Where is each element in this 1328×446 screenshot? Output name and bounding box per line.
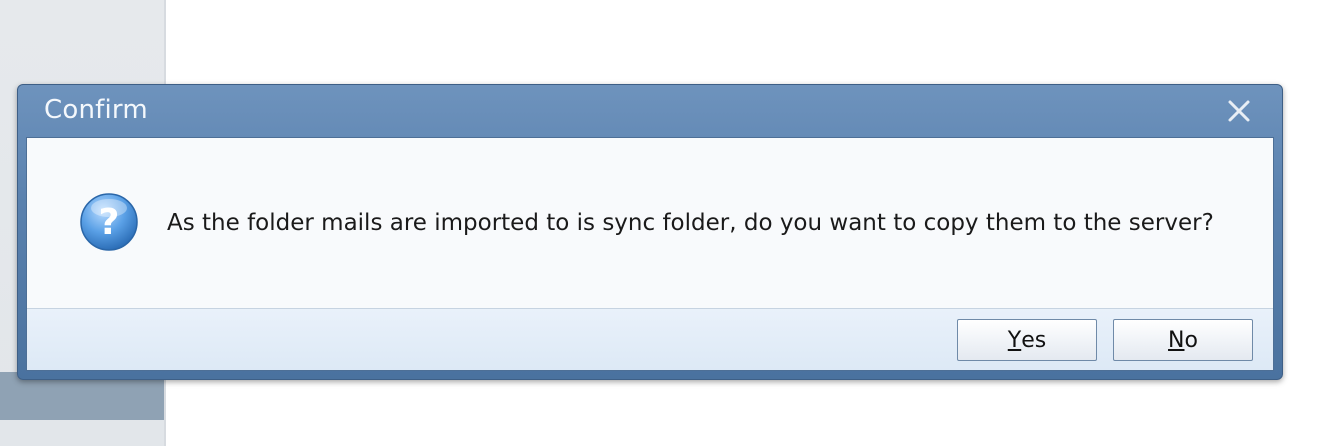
yes-button-label: es bbox=[1021, 327, 1047, 353]
dialog-titlebar[interactable]: Confirm bbox=[18, 85, 1282, 137]
yes-button-mnemonic: Y bbox=[1007, 327, 1022, 353]
message-area: ? As the folder mails are imported to is… bbox=[27, 138, 1273, 308]
no-button[interactable]: No bbox=[1113, 319, 1253, 361]
close-button[interactable] bbox=[1222, 95, 1256, 127]
no-button-mnemonic: N bbox=[1168, 327, 1185, 353]
button-bar: Yes No bbox=[27, 308, 1273, 370]
dialog-title: Confirm bbox=[44, 95, 148, 125]
dialog-body: ? As the folder mails are imported to is… bbox=[26, 137, 1274, 371]
question-icon: ? bbox=[80, 193, 138, 251]
svg-text:?: ? bbox=[99, 202, 120, 243]
confirm-dialog: Confirm ? As the folder mails are import… bbox=[17, 84, 1283, 380]
no-button-label: o bbox=[1184, 327, 1198, 353]
yes-button[interactable]: Yes bbox=[957, 319, 1097, 361]
dialog-message: As the folder mails are imported to is s… bbox=[167, 210, 1214, 236]
close-icon bbox=[1228, 100, 1250, 122]
